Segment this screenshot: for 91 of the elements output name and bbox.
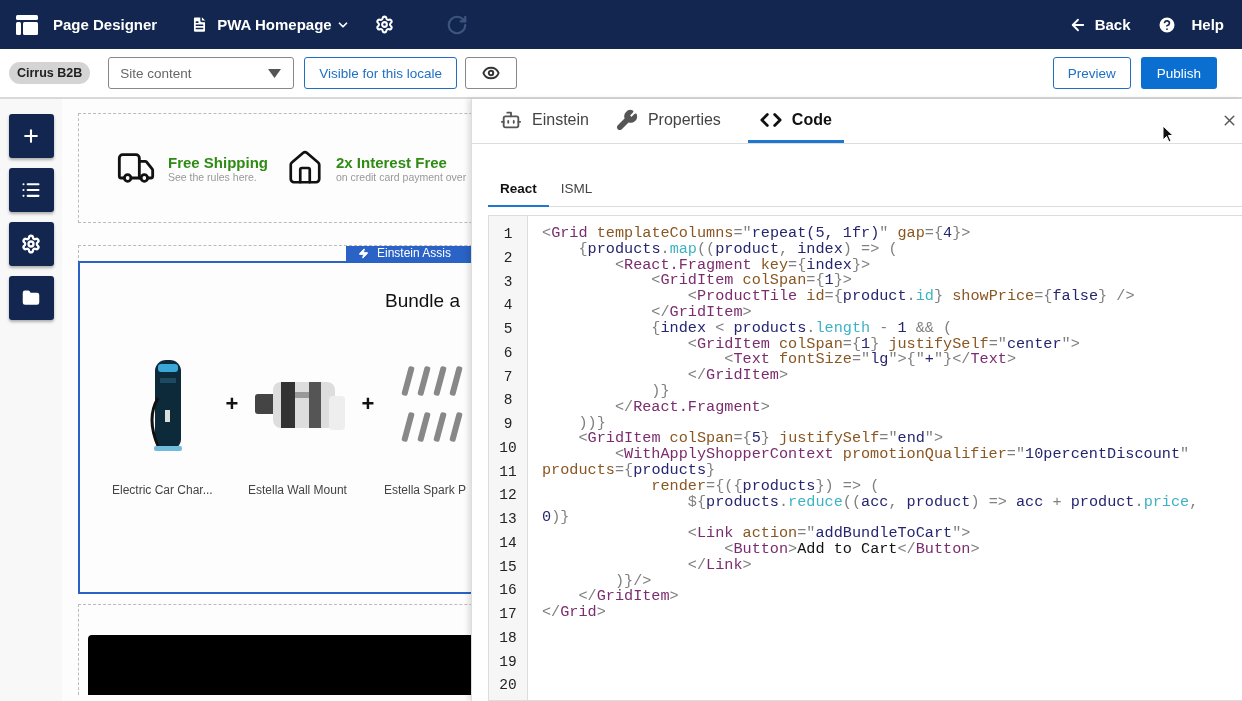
page-menu[interactable]: PWA Homepage — [190, 15, 350, 34]
code-line: </GridItem> — [686, 368, 789, 384]
code-line: 0)} — [542, 510, 570, 527]
panel-tab[interactable]: Properties — [615, 99, 722, 143]
promo-title: 2x Interest Free — [336, 153, 448, 171]
code-line: {index < products.length - 1 && ( — [650, 320, 953, 337]
component-badge[interactable]: Einstein Assis — [346, 246, 471, 261]
product-name: Electric Car Char... — [111, 483, 213, 497]
code-line: <Text fontSize="lg">{"+"}</Text> — [724, 352, 1017, 369]
gear-icon — [21, 234, 41, 254]
line-number: 6 — [503, 343, 513, 363]
code-line: products={products} — [542, 462, 716, 479]
line-number: 11 — [499, 462, 517, 482]
promo-subtitle: See the rules here. — [168, 170, 257, 183]
line-number: 5 — [503, 320, 513, 339]
preview-button[interactable]: Preview — [1052, 57, 1131, 89]
add-button[interactable] — [8, 114, 54, 158]
code-line: ${products.reduce((acc, product) => acc + product.price, — [686, 494, 1199, 511]
line-number: 10 — [499, 438, 517, 458]
code-line: <GridItem colSpan={1} justifySelf="center"> — [686, 336, 1080, 353]
mouse-pointer-icon — [1162, 125, 1174, 143]
folder-button[interactable] — [8, 276, 54, 320]
list-button[interactable] — [8, 168, 54, 212]
line-number: 3 — [503, 272, 513, 292]
promo-subtitle: on credit card payment over — [336, 170, 467, 183]
code-line: render={({products}) => ( — [651, 478, 880, 495]
code-line: )} — [650, 383, 670, 400]
settings-button[interactable] — [8, 222, 54, 266]
bolt-icon — [358, 248, 369, 259]
code-line: </React.Fragment> — [613, 399, 770, 416]
line-number: 19 — [499, 652, 517, 672]
component-title: Bundle a — [385, 290, 461, 312]
code-line: <WithApplyShopperContext promotionQualifier="10percentDiscount" — [614, 447, 1190, 463]
code-line: <Button>Add to Cart</Button> — [723, 541, 980, 558]
line-number: 12 — [499, 486, 517, 506]
code-line: </GridItem> — [650, 305, 752, 321]
folder-icon — [22, 289, 40, 307]
line-number: 8 — [503, 391, 513, 411]
plus-sign: + — [360, 391, 376, 417]
code-line: <Grid templateColumns="repeat(5, 1fr)" gap={4}> — [542, 226, 971, 242]
content-select[interactable]: Site content — [108, 57, 295, 89]
code-line: </Link> — [686, 557, 752, 574]
app-title: Page Designer — [53, 16, 158, 33]
line-number: 16 — [499, 581, 517, 601]
back-button[interactable]: Back — [1068, 15, 1131, 34]
settings-button[interactable] — [374, 15, 394, 34]
language-tab[interactable]: React — [488, 172, 549, 207]
code-line: <GridItem colSpan={5} justifySelf="end"> — [577, 431, 944, 448]
code-line: <GridItem colSpan={1}> — [651, 273, 852, 290]
code-editor[interactable] — [488, 215, 1242, 701]
list-icon — [21, 180, 41, 200]
line-number: 4 — [503, 296, 513, 316]
promo-title: Free Shipping — [168, 153, 268, 171]
line-number: 2 — [503, 248, 513, 268]
line-number: 18 — [499, 628, 517, 648]
caret-icon — [268, 68, 282, 78]
code-line: ))} — [577, 415, 606, 432]
help-button[interactable]: Help — [1157, 14, 1224, 35]
line-number: 20 — [499, 676, 517, 696]
site-badge: Cirrus B2B — [9, 62, 91, 84]
house-icon — [286, 149, 324, 187]
panel-tab[interactable]: Einstein — [500, 99, 590, 143]
line-number: 15 — [499, 557, 517, 577]
help-icon — [1157, 14, 1178, 35]
line-number: 9 — [503, 415, 513, 434]
code-line: )}/> — [614, 573, 652, 590]
product-name: Estella Spark P — [383, 483, 467, 497]
code-line: </Grid> — [542, 605, 606, 621]
layout-icon — [16, 14, 38, 35]
preview-toggle-button[interactable] — [465, 57, 518, 89]
line-number: 17 — [499, 605, 517, 624]
line-number: 7 — [503, 367, 513, 387]
redo-icon — [445, 13, 468, 36]
line-number: 14 — [499, 533, 517, 553]
plus-icon — [21, 126, 41, 146]
code-line: <Link action="addBundleToCart"> — [686, 526, 971, 542]
line-number: 1 — [503, 225, 513, 244]
code-line: <ProductTile id={product.id} showPrice={false} /> — [687, 289, 1135, 305]
gear-icon — [374, 15, 394, 34]
visibility-button[interactable]: Visible for this locale — [304, 57, 458, 89]
line-number: 13 — [499, 510, 517, 529]
language-tab[interactable]: ISML — [548, 172, 605, 207]
plus-sign: + — [224, 391, 240, 417]
product-name: Estella Wall Mount — [247, 483, 347, 497]
publish-button[interactable]: Publish — [1140, 57, 1217, 89]
panel-tab[interactable]: Code — [747, 99, 844, 143]
code-line: <React.Fragment key={index}> — [614, 257, 871, 274]
code-line: </GridItem> — [578, 589, 679, 606]
code-line: {products.map((product, index) => ( — [577, 241, 898, 258]
wrench-icon — [615, 108, 638, 131]
eye-icon — [482, 64, 501, 82]
